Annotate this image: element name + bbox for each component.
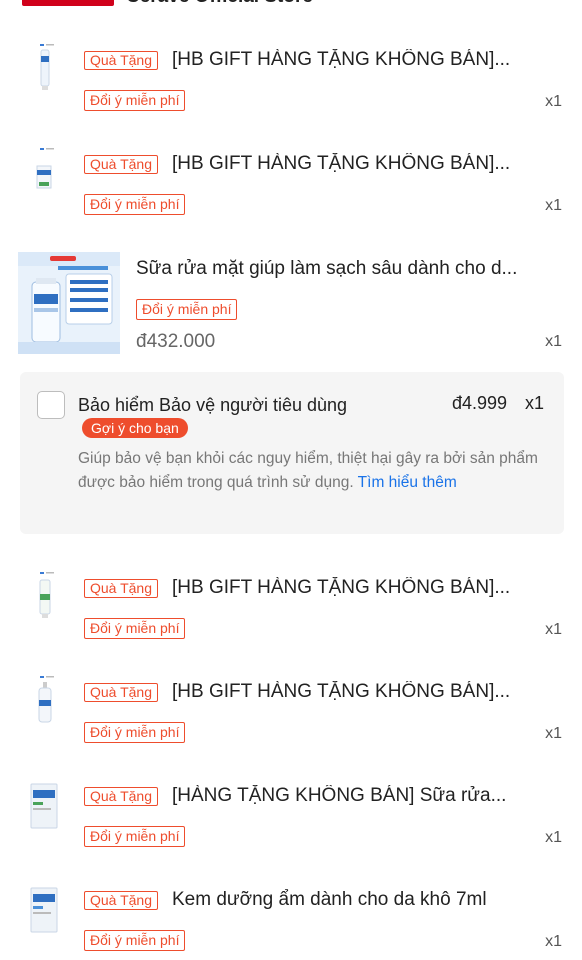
insurance-option[interactable]: Bảo hiểm Bảo vệ người tiêu dùng Gợi ý ch… [20,372,564,534]
free-return-badge: Đổi ý miễn phí [84,722,186,743]
free-return-badge: Đổi ý miễn phí [84,930,186,951]
small-tube-icon [30,42,60,94]
insurance-checkbox[interactable] [37,391,65,419]
gift-tag: Quà Tặng [84,155,159,174]
item-title[interactable]: [HB GIFT HÀNG TẶNG KHÔNG BÁN]... [172,577,552,599]
gift-tag: Quà Tặng [84,683,159,702]
item-quantity: x1 [545,725,562,742]
small-tube-icon [30,570,60,622]
free-return-badge: Đổi ý miễn phí [84,826,186,847]
insurance-title: Bảo hiểm Bảo vệ người tiêu dùng Gợi ý ch… [78,393,348,441]
insurance-price: đ4.999 [452,393,508,413]
item-quantity: x1 [545,197,562,214]
free-return-badge: Đổi ý miễn phí [136,299,238,320]
item-price: đ432.000 [136,331,216,352]
gift-tag: Quà Tặng [84,787,159,806]
shop-header: Cerave Official Store [0,0,582,10]
item-title[interactable]: Kem dưỡng ẩm dành cho da khô 7ml [172,889,552,911]
insurance-description: Giúp bảo vệ bạn khỏi các nguy hiểm, thiệ… [78,447,548,495]
sachet-icon [28,780,62,832]
item-quantity: x1 [545,333,562,350]
gift-tag: Quà Tặng [84,891,159,910]
suggestion-badge: Gợi ý cho bạn [82,418,188,438]
item-quantity: x1 [545,621,562,638]
gift-tag: Quà Tặng [84,579,159,598]
free-return-badge: Đổi ý miễn phí [84,90,186,111]
small-box-icon [30,146,60,198]
free-return-badge: Đổi ý miễn phí [84,194,186,215]
cleanser-bottle-image [18,252,120,354]
small-pump-bottle-icon [30,674,60,726]
item-quantity: x1 [545,829,562,846]
item-title[interactable]: [HB GIFT HÀNG TẶNG KHÔNG BÁN]... [172,681,552,703]
mall-badge [22,0,114,6]
item-quantity: x1 [545,93,562,110]
item-title[interactable]: [HB GIFT HÀNG TẶNG KHÔNG BÁN]... [172,153,552,175]
gift-tag: Quà Tặng [84,51,159,70]
free-return-badge: Đổi ý miễn phí [84,618,186,639]
insurance-quantity: x1 [524,393,544,413]
store-name[interactable]: Cerave Official Store [126,0,313,8]
item-title[interactable]: [HB GIFT HÀNG TẶNG KHÔNG BÁN]... [172,49,552,71]
item-title[interactable]: Sữa rửa mặt giúp làm sạch sâu dành cho d… [136,258,556,280]
item-quantity: x1 [545,933,562,950]
insurance-description-text: Giúp bảo vệ bạn khỏi các nguy hiểm, thiệ… [78,450,538,491]
insurance-title-text: Bảo hiểm Bảo vệ người tiêu dùng [78,395,348,415]
item-title[interactable]: [HÀNG TẶNG KHÔNG BÁN] Sữa rửa... [172,785,552,807]
learn-more-link[interactable]: Tìm hiểu thêm [358,474,457,491]
sachet-icon [28,884,62,936]
